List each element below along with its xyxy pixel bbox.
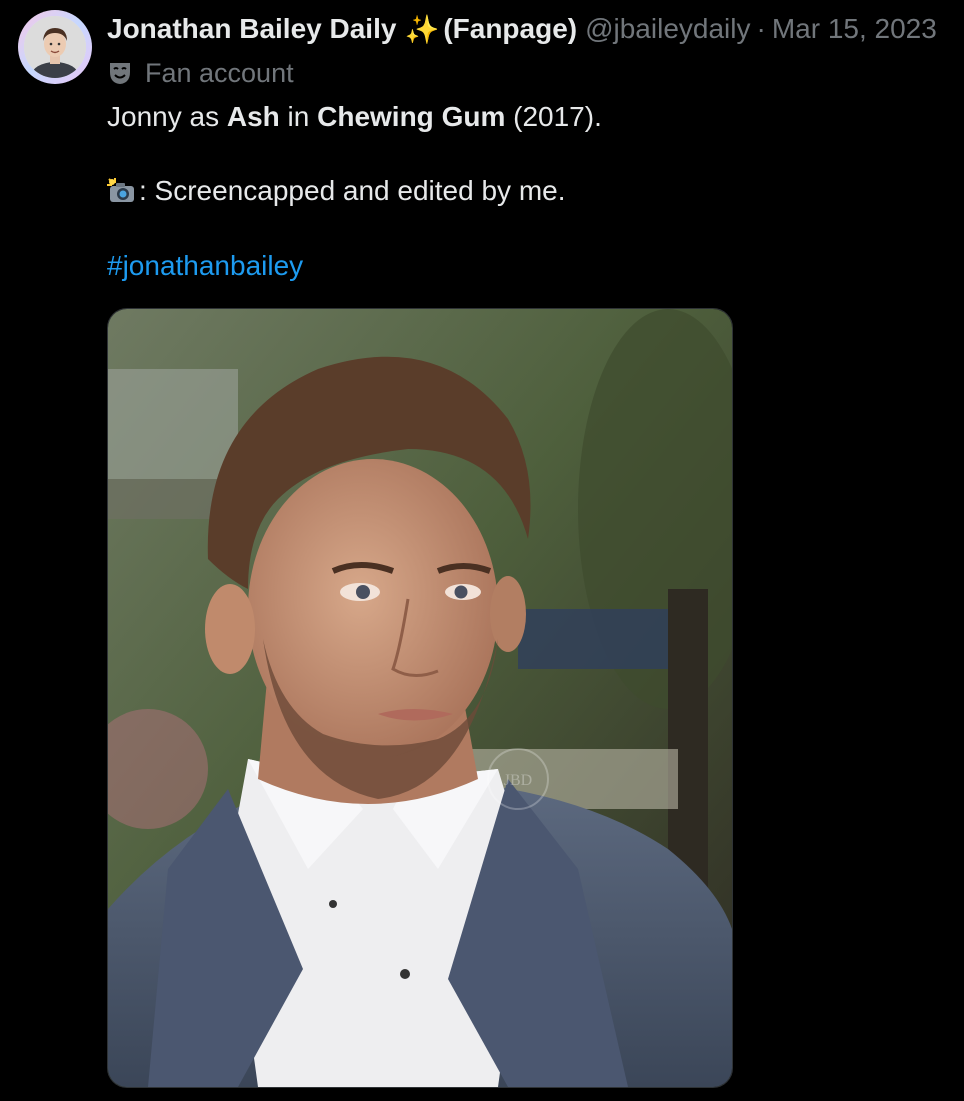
photo-image: JBD — [108, 309, 732, 1087]
sparkles-emoji-icon: ✨ — [404, 13, 440, 45]
display-name-suffix[interactable]: (Fanpage) — [443, 13, 577, 45]
account-label: Fan account — [107, 56, 294, 90]
avatar-image — [24, 16, 86, 78]
display-name[interactable]: Jonathan Bailey Daily — [107, 13, 396, 45]
text-segment: (2017). — [505, 101, 602, 132]
bold-text-chewing-gum: Chewing Gum — [317, 101, 506, 132]
tweet-date[interactable]: Mar 15, 2023 — [772, 13, 937, 45]
separator-dot: · — [756, 13, 766, 44]
text-segment: in — [279, 101, 318, 132]
text-segment: Jonny as — [107, 101, 227, 132]
tweet-text-line-2: : Screencapped and edited by me. — [107, 173, 566, 209]
camera-flash-emoji-icon — [107, 178, 134, 202]
tweet-media-photo[interactable]: JBD — [107, 308, 733, 1088]
tweet-header: Jonathan Bailey Daily ✨ (Fanpage) @jbail… — [107, 10, 937, 48]
tweet-text-line-1: Jonny as Ash in Chewing Gum (2017). — [107, 99, 602, 135]
account-label-text: Fan account — [145, 57, 294, 88]
tweet-text-caption: : Screencapped and edited by me. — [139, 175, 566, 206]
tweet-text-line-3: #jonathanbailey — [107, 248, 303, 284]
watermark-text: JBD — [504, 772, 532, 789]
theater-mask-icon — [110, 63, 130, 84]
hashtag-link[interactable]: #jonathanbailey — [107, 250, 303, 281]
user-handle[interactable]: @jbaileydaily — [585, 13, 750, 45]
bold-text-ash: Ash — [226, 101, 280, 132]
avatar[interactable] — [18, 10, 92, 84]
tweet[interactable]: Jonathan Bailey Daily ✨ (Fanpage) @jbail… — [0, 0, 964, 1101]
